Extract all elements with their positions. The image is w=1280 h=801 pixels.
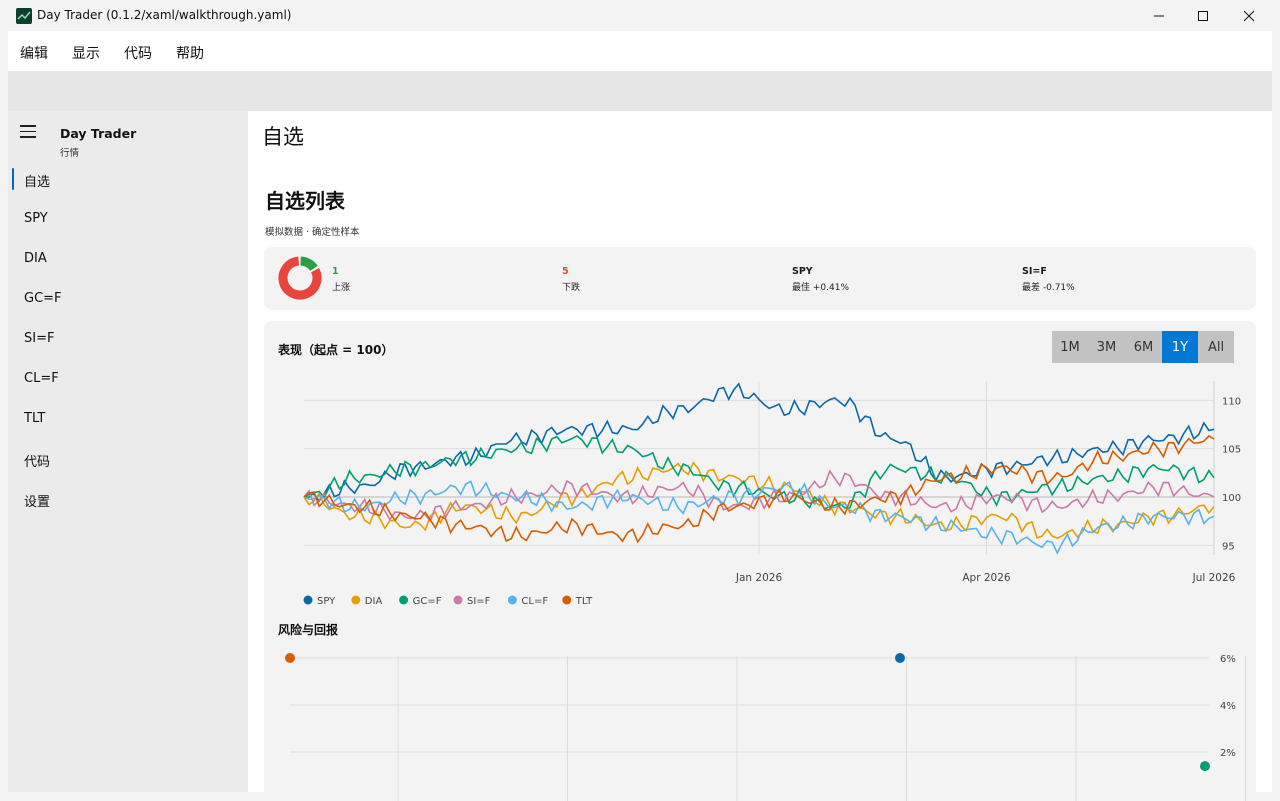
menu-help[interactable]: 帮助 [176, 43, 204, 63]
menu-code[interactable]: 代码 [124, 43, 152, 63]
x-tick-label: Jan 2026 [735, 572, 783, 584]
app-icon [16, 8, 32, 24]
sidebar-item-dia[interactable]: DIA [24, 251, 47, 266]
performance-line-chart: 95 100 105 110 Jan 2026 Apr 2026 Jul 2026 SPY DI… [303, 381, 1241, 607]
worst-label: 最差 -0.71% [1022, 283, 1075, 293]
close-icon [1243, 10, 1255, 21]
legend-marker [562, 595, 572, 605]
close-button[interactable] [1226, 0, 1272, 31]
performance-title: 表现（起点 = 100） [278, 343, 394, 357]
main-content: 自选 自选列表 模拟数据 · 确定性样本 1 上涨 5 下跌 SPY 最佳 +0… [248, 111, 1272, 801]
range-all[interactable]: All [1198, 331, 1234, 363]
scatter-point-gcf [1200, 761, 1210, 772]
app-subtitle: 行情 [60, 148, 80, 159]
title-bar: Day Trader (0.1.2/xaml/walkthrough.yaml) [0, 0, 1280, 31]
risk-return-scatter-chart: 2% 4% 6% [285, 653, 1246, 801]
y-tick-label: 6% [1220, 654, 1236, 665]
y-tick-label: 100 [1222, 493, 1241, 504]
legend-marker [507, 595, 517, 605]
legend-label: CL=F [521, 596, 548, 607]
menu-bar: 编辑 显示 代码 帮助 [8, 31, 1272, 71]
best-label: 最佳 +0.41% [792, 283, 849, 293]
maximize-icon [1198, 10, 1208, 21]
legend-label: TLT [575, 596, 593, 607]
sidebar-item-gcf[interactable]: GC=F [24, 291, 62, 306]
menu-view[interactable]: 显示 [72, 43, 100, 63]
y-tick-label: 105 [1222, 445, 1241, 456]
up-down-donut-chart [278, 256, 322, 300]
watchlist-title: 自选列表 [265, 189, 345, 213]
x-tick-label: Apr 2026 [962, 572, 1011, 584]
scatter-point-tlt [285, 653, 295, 663]
window-title: Day Trader (0.1.2/xaml/walkthrough.yaml) [37, 8, 292, 22]
legend-label: DIA [365, 596, 383, 607]
legend-marker [351, 595, 361, 605]
down-count: 5 [562, 266, 569, 277]
sidebar-item-sif[interactable]: SI=F [24, 331, 54, 346]
legend-marker [303, 595, 313, 605]
up-label: 上涨 [332, 283, 351, 293]
sidebar-item-code[interactable]: 代码 [24, 451, 50, 470]
down-stat: 5 下跌 [562, 266, 580, 293]
sidebar-item-clf[interactable]: CL=F [24, 371, 59, 386]
sidebar-item-spy[interactable]: SPY [24, 211, 48, 226]
sidebar-item-settings[interactable]: 设置 [24, 491, 50, 510]
up-stat: 1 上涨 [332, 266, 350, 293]
sidebar: Day Trader 行情 自选 SPY DIA GC=F SI=F CL=F … [8, 111, 248, 792]
page-title: 自选 [262, 125, 304, 149]
summary-card: 1 上涨 5 下跌 SPY 最佳 +0.41% SI=F 最差 -0.71% [264, 247, 1256, 310]
x-tick-label: Jul 2026 [1192, 572, 1236, 584]
legend-label: SI=F [467, 596, 491, 607]
menu-edit[interactable]: 编辑 [20, 43, 48, 63]
range-3m[interactable]: 3M [1088, 331, 1125, 363]
best-stat: SPY 最佳 +0.41% [792, 266, 849, 293]
app-name: Day Trader [60, 126, 137, 141]
legend-label: SPY [317, 596, 336, 607]
performance-card: 表现（起点 = 100） 1M 3M 6M 1Y All 95 100 105 110… [264, 321, 1256, 801]
range-selector: 1M 3M 6M 1Y All [1052, 331, 1234, 363]
selected-indicator [12, 168, 14, 190]
sidebar-item-watchlist[interactable]: 自选 [24, 171, 50, 190]
up-count: 1 [332, 266, 339, 277]
hamburger-menu-icon[interactable] [20, 125, 36, 138]
range-6m[interactable]: 6M [1125, 331, 1162, 363]
range-1y[interactable]: 1Y [1162, 331, 1198, 363]
watchlist-subtitle: 模拟数据 · 确定性样本 [265, 227, 360, 238]
legend-label: GC=F [413, 596, 442, 607]
toolbar-band [8, 71, 1272, 111]
risk-return-title: 风险与回报 [278, 623, 339, 637]
sidebar-item-tlt[interactable]: TLT [24, 411, 45, 426]
worst-stat: SI=F 最差 -0.71% [1022, 266, 1075, 293]
minimize-button[interactable] [1136, 0, 1182, 31]
y-tick-label: 4% [1220, 701, 1236, 712]
y-tick-label: 110 [1222, 396, 1241, 407]
maximize-button[interactable] [1180, 0, 1226, 31]
worst-symbol: SI=F [1022, 266, 1047, 277]
scatter-point-spy [895, 653, 905, 663]
donut-up-slice [300, 256, 318, 272]
legend-marker [399, 595, 409, 605]
y-tick-label: 2% [1220, 748, 1236, 759]
minimize-icon [1154, 15, 1164, 16]
legend-marker [453, 595, 463, 605]
best-symbol: SPY [792, 266, 813, 277]
y-tick-label: 95 [1222, 541, 1235, 552]
range-1m[interactable]: 1M [1052, 331, 1088, 363]
down-label: 下跌 [562, 283, 581, 293]
